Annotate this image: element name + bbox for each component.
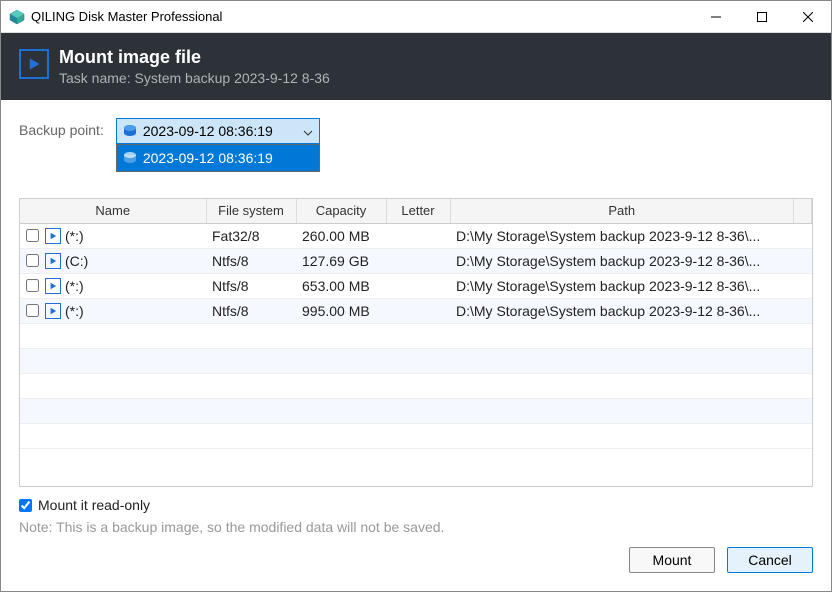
readonly-checkbox[interactable] [19, 499, 32, 512]
disk-icon [123, 151, 137, 165]
app-icon [9, 9, 25, 25]
col-filesystem[interactable]: File system [206, 199, 296, 223]
filler-row [20, 423, 812, 448]
chevron-down-icon [303, 123, 313, 139]
header-bar: Mount image file Task name: System backu… [1, 33, 831, 100]
mount-icon [19, 49, 49, 79]
row-capacity: 653.00 MB [296, 273, 386, 298]
cancel-button[interactable]: Cancel [727, 547, 813, 573]
readonly-label[interactable]: Mount it read-only [38, 497, 150, 513]
filler-row [20, 323, 812, 348]
main-window: QILING Disk Master Professional Mount im… [0, 0, 832, 592]
filler-row [20, 398, 812, 423]
dropdown-selected[interactable]: 2023-09-12 08:36:19 [116, 118, 320, 144]
col-name[interactable]: Name [20, 199, 206, 223]
row-name: (*:) [65, 303, 84, 319]
col-letter[interactable]: Letter [386, 199, 450, 223]
maximize-button[interactable] [739, 1, 785, 33]
row-capacity: 995.00 MB [296, 298, 386, 323]
table-header-row: Name File system Capacity Letter Path [20, 199, 812, 223]
body-area: Backup point: 2023-09-12 08:36:19 [1, 100, 831, 591]
partition-icon [45, 278, 61, 294]
row-checkbox[interactable] [26, 229, 39, 242]
row-name: (*:) [65, 228, 84, 244]
row-path: D:\My Storage\System backup 2023-9-12 8-… [450, 223, 794, 248]
row-letter [386, 248, 450, 273]
readonly-row: Mount it read-only [19, 497, 813, 513]
titlebar: QILING Disk Master Professional [1, 1, 831, 33]
dropdown-option[interactable]: 2023-09-12 08:36:19 [117, 145, 319, 171]
row-checkbox[interactable] [26, 304, 39, 317]
backup-point-label: Backup point: [19, 118, 104, 138]
window-title: QILING Disk Master Professional [31, 9, 693, 24]
filler-row [20, 348, 812, 373]
col-path[interactable]: Path [450, 199, 794, 223]
partition-icon [45, 253, 61, 269]
note-text: Note: This is a backup image, so the mod… [19, 519, 813, 535]
row-name: (*:) [65, 278, 84, 294]
row-letter [386, 223, 450, 248]
row-name: (C:) [65, 253, 88, 269]
table-row[interactable]: (*:) Ntfs/8653.00 MB D:\My Storage\System … [20, 273, 812, 298]
dropdown-option-text: 2023-09-12 08:36:19 [143, 150, 273, 166]
disk-icon [123, 124, 137, 138]
row-capacity: 260.00 MB [296, 223, 386, 248]
row-letter [386, 298, 450, 323]
row-checkbox[interactable] [26, 279, 39, 292]
mount-button[interactable]: Mount [629, 547, 715, 573]
page-title: Mount image file [59, 47, 330, 68]
table-row[interactable]: (C:) Ntfs/8127.69 GB D:\My Storage\System … [20, 248, 812, 273]
backup-point-row: Backup point: 2023-09-12 08:36:19 [19, 118, 813, 144]
row-letter [386, 273, 450, 298]
table-row[interactable]: (*:) Fat32/8260.00 MB D:\My Storage\System… [20, 223, 812, 248]
bottom-area: Mount it read-only Note: This is a backu… [19, 497, 813, 579]
partition-table: Name File system Capacity Letter Path (*… [19, 198, 813, 487]
dropdown-list: 2023-09-12 08:36:19 [116, 144, 320, 172]
row-path: D:\My Storage\System backup 2023-9-12 8-… [450, 273, 794, 298]
col-spacer [794, 199, 812, 223]
row-path: D:\My Storage\System backup 2023-9-12 8-… [450, 248, 794, 273]
table-row[interactable]: (*:) Ntfs/8995.00 MB D:\My Storage\System … [20, 298, 812, 323]
partition-icon [45, 303, 61, 319]
minimize-button[interactable] [693, 1, 739, 33]
close-button[interactable] [785, 1, 831, 33]
button-row: Mount Cancel [19, 547, 813, 579]
row-filesystem: Fat32/8 [206, 223, 296, 248]
col-capacity[interactable]: Capacity [296, 199, 386, 223]
dropdown-selected-text: 2023-09-12 08:36:19 [143, 123, 273, 139]
row-capacity: 127.69 GB [296, 248, 386, 273]
row-filesystem: Ntfs/8 [206, 248, 296, 273]
row-path: D:\My Storage\System backup 2023-9-12 8-… [450, 298, 794, 323]
filler-row [20, 373, 812, 398]
window-controls [693, 1, 831, 33]
row-filesystem: Ntfs/8 [206, 273, 296, 298]
row-filesystem: Ntfs/8 [206, 298, 296, 323]
row-checkbox[interactable] [26, 254, 39, 267]
backup-point-dropdown[interactable]: 2023-09-12 08:36:19 2023-09-12 08:36:19 [116, 118, 320, 144]
partition-icon [45, 228, 61, 244]
header-texts: Mount image file Task name: System backu… [59, 47, 330, 86]
page-subtitle: Task name: System backup 2023-9-12 8-36 [59, 70, 330, 86]
